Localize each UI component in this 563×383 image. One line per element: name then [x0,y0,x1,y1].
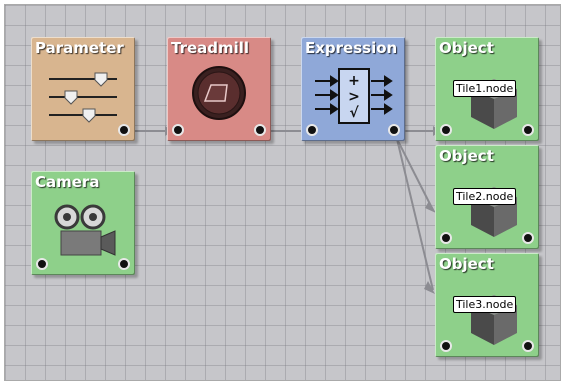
input-port[interactable] [440,124,452,136]
object-node-1[interactable]: Object Tile1.node [435,37,539,141]
node-title: Camera [35,173,100,191]
wire-expression-object3 [396,138,434,291]
output-port[interactable] [522,340,534,352]
treadmill-icon [192,66,246,120]
camera-node[interactable]: Camera [31,171,135,275]
node-file-label: Tile2.node [453,188,517,205]
expression-node[interactable]: Expression + > √ [301,37,405,141]
treadmill-node[interactable]: Treadmill [167,37,271,141]
camera-icon [54,204,116,256]
parameter-node[interactable]: Parameter [31,37,135,141]
output-port[interactable] [522,232,534,244]
input-port[interactable] [440,340,452,352]
node-title: Treadmill [171,39,250,57]
svg-text:+: + [348,73,360,89]
node-title: Object [439,255,494,273]
node-title: Parameter [35,39,124,57]
svg-text:>: > [348,89,360,105]
input-port[interactable] [36,258,48,270]
input-port[interactable] [172,124,184,136]
node-file-label: Tile3.node [453,296,517,313]
node-title: Object [439,147,494,165]
input-port[interactable] [306,124,318,136]
node-title: Object [439,39,494,57]
output-port[interactable] [118,124,130,136]
output-port[interactable] [388,124,400,136]
output-port[interactable] [118,258,130,270]
expression-icon: + > √ [315,68,393,124]
node-title: Expression [305,39,398,57]
object-node-2[interactable]: Object Tile2.node [435,145,539,249]
svg-text:√: √ [349,105,359,121]
object-node-3[interactable]: Object Tile3.node [435,253,539,357]
output-port[interactable] [522,124,534,136]
slider-icon [49,72,117,123]
input-port[interactable] [440,232,452,244]
node-graph-canvas[interactable]: Parameter Treadmill Expression + > √ Obj… [4,4,561,381]
node-file-label: Tile1.node [453,80,517,97]
wire-expression-object2 [396,138,434,211]
output-port[interactable] [254,124,266,136]
